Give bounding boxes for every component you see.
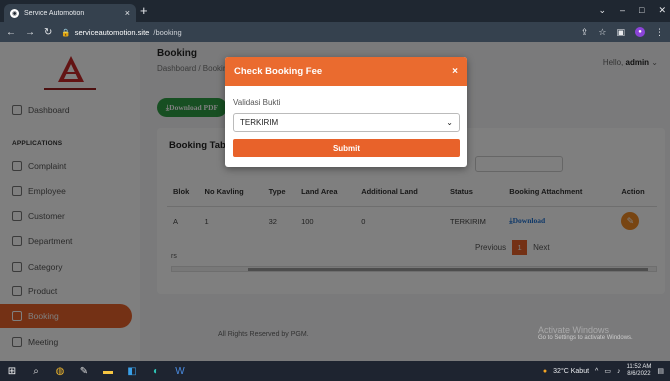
weather-icon: ● xyxy=(542,367,548,375)
windows-taskbar: ⊞ ⌕ ◍ ✎ ▬ ◧ ◐ W ● 32°C Kabut ^ ▭ ♪ 11:52… xyxy=(0,361,670,381)
address-bar: ← → ↻ 🔒 serviceautomotion.site/booking ⇪… xyxy=(0,22,670,42)
back-icon[interactable]: ← xyxy=(6,27,16,38)
forward-icon[interactable]: → xyxy=(25,27,35,38)
site-favicon-icon: ◉ xyxy=(10,8,19,18)
url-path: /booking xyxy=(153,27,182,37)
system-tray: ● 32°C Kabut ^ ▭ ♪ 11:52 AM 8/6/2022 ▤ xyxy=(543,361,664,381)
validasi-bukti-label: Validasi Bukti xyxy=(233,98,281,107)
tab-close-icon[interactable]: × xyxy=(125,8,130,18)
clock-time: 11:52 AM xyxy=(626,364,652,370)
windows-activation-watermark: Activate Windows Go to Settings to activ… xyxy=(538,325,633,341)
modal-header: Check Booking Fee × xyxy=(225,57,467,86)
new-tab-button[interactable]: + xyxy=(140,3,148,19)
select-value: TERKIRIM xyxy=(240,118,279,127)
window-controls: ⌄ – □ ✕ xyxy=(598,3,666,17)
lock-icon: 🔒 xyxy=(61,27,71,37)
clock-date: 8/6/2022 xyxy=(627,371,651,377)
edge-icon[interactable]: ◐ xyxy=(150,365,162,377)
modal-close-icon[interactable]: × xyxy=(452,66,458,77)
maximize-button[interactable]: □ xyxy=(639,3,644,17)
volume-icon[interactable]: ♪ xyxy=(617,368,621,375)
modal-title: Check Booking Fee xyxy=(234,66,323,77)
tab-title: Service Automotion xyxy=(24,9,85,17)
browser-tab[interactable]: ◉ Service Automotion × xyxy=(4,4,136,22)
submit-button[interactable]: Submit xyxy=(233,139,460,157)
reload-icon[interactable]: ↻ xyxy=(44,27,52,38)
app-icon[interactable]: ◧ xyxy=(126,365,138,377)
paint-icon[interactable]: ✎ xyxy=(78,365,90,377)
url-field[interactable]: 🔒 serviceautomotion.site/booking xyxy=(61,28,571,37)
word-icon[interactable]: W xyxy=(174,365,186,377)
bookmark-star-icon[interactable]: ☆ xyxy=(598,27,606,38)
minimize-button[interactable]: – xyxy=(620,3,625,17)
search-icon[interactable]: ⌕ xyxy=(30,365,42,377)
menu-dots-icon[interactable]: ⋮ xyxy=(655,27,664,38)
clock[interactable]: 11:52 AM 8/6/2022 xyxy=(626,364,651,378)
chrome-icon[interactable]: ◍ xyxy=(54,365,66,377)
tray-chevron-icon[interactable]: ^ xyxy=(595,368,598,375)
browser-tab-bar: ◉ Service Automotion × + ⌄ – □ ✕ xyxy=(0,0,670,22)
windows-start-icon[interactable]: ⊞ xyxy=(6,365,18,377)
battery-icon[interactable]: ▭ xyxy=(604,367,611,375)
file-explorer-icon[interactable]: ▬ xyxy=(102,365,114,377)
notification-icon[interactable]: ▤ xyxy=(657,367,664,375)
address-bar-actions: ⇪ ☆ ▣ ● ⋮ xyxy=(581,27,664,38)
weather-text[interactable]: 32°C Kabut xyxy=(553,368,589,375)
close-window-button[interactable]: ✕ xyxy=(658,3,666,17)
sidepanel-icon[interactable]: ▣ xyxy=(616,27,625,38)
chevron-down-icon: ⌄ xyxy=(446,118,453,127)
url-host: serviceautomotion.site xyxy=(74,27,150,37)
activate-title: Activate Windows xyxy=(538,325,610,335)
share-icon[interactable]: ⇪ xyxy=(581,27,589,38)
check-booking-fee-modal: Check Booking Fee × Validasi Bukti TERKI… xyxy=(225,57,467,167)
validasi-bukti-select[interactable]: TERKIRIM ⌄ xyxy=(233,113,460,132)
activate-subtitle: Go to Settings to activate Windows. xyxy=(538,335,633,341)
profile-avatar-icon[interactable]: ● xyxy=(635,27,645,37)
tab-search-icon[interactable]: ⌄ xyxy=(598,3,606,17)
